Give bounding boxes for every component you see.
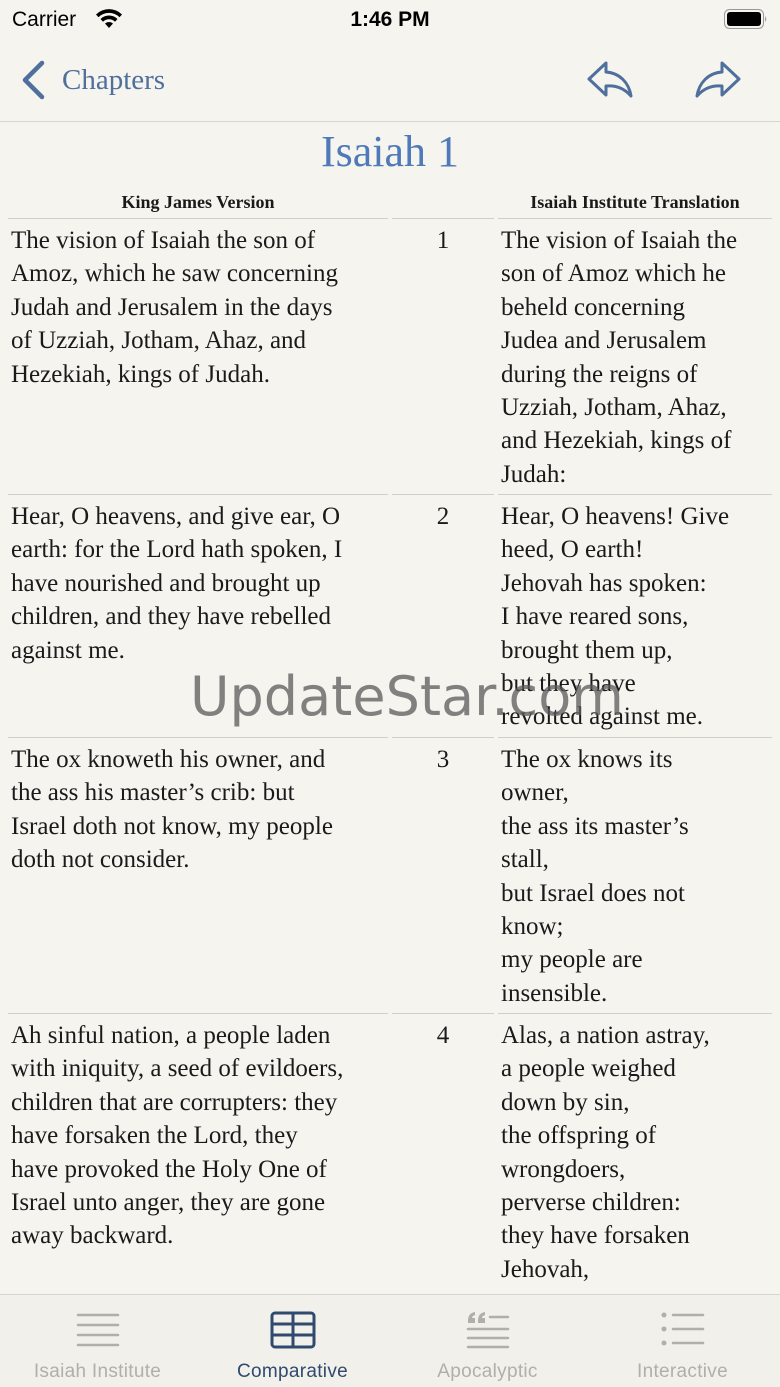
divider [392,494,494,495]
battery-icon [724,9,767,29]
status-time: 1:46 PM [350,8,430,31]
divider [8,737,388,738]
quote-lines-icon [466,1312,510,1349]
table-icon [270,1311,316,1349]
chevron-left-icon [22,60,45,100]
undo-icon[interactable] [586,58,634,102]
status-bar: Carrier 1:46 PM [0,0,780,40]
iit-verse-text: Hear, O heavens! Give heed, O earth! Jeh… [501,503,730,731]
divider [498,1013,772,1014]
divider [392,218,494,219]
page-title: Isaiah 1 [320,127,460,176]
verse-number: 4 [436,1022,450,1049]
redo-icon[interactable] [694,58,742,102]
kjv-verse-text: The vision of Isaiah the son of Amoz, wh… [11,227,338,388]
divider [498,218,772,219]
verse-number: 3 [436,746,450,773]
back-button[interactable]: Chapters [20,58,165,102]
list-icon [661,1312,705,1346]
back-button-label: Chapters [62,63,166,96]
kjv-verse-text: Ah sinful nation, a people laden with in… [11,1022,344,1250]
divider [8,218,388,219]
iit-verse-text: Alas, a nation astray, a people weighed … [501,1022,710,1283]
verse-number: 2 [436,503,450,530]
navigation-bar: Chapters [0,40,780,122]
divider [392,737,494,738]
iit-verse-text: The vision of Isaiah the son of Amoz whi… [501,227,738,488]
tab-bar: Isaiah Institute Comparative Apocalyptic… [0,1294,780,1387]
tab-comparative[interactable]: Comparative [195,1295,390,1387]
kjv-verse-text: Hear, O heavens, and give ear, O earth: … [11,503,343,664]
column-header-iit: Isaiah Institute Translation [530,192,740,212]
tab-label: Interactive [637,1361,728,1382]
lines-icon [76,1313,120,1347]
verse-number: 1 [436,227,450,254]
divider [392,1013,494,1014]
tab-isaiah-institute[interactable]: Isaiah Institute [0,1295,195,1387]
tab-label: Isaiah Institute [33,1361,162,1382]
divider [8,494,388,495]
tab-interactive[interactable]: Interactive [585,1295,780,1387]
tab-apocalyptic[interactable]: Apocalyptic [390,1295,585,1387]
iit-verse-text: The ox knows its owner, the ass its mast… [501,746,689,1007]
kjv-verse-text: The ox knoweth his owner, and the ass hi… [11,746,333,874]
divider [8,1013,388,1014]
column-header-kjv: King James Version [121,192,275,212]
tab-label: Comparative [236,1361,348,1382]
tab-label: Apocalyptic [437,1361,538,1382]
divider [498,494,772,495]
divider [498,737,772,738]
